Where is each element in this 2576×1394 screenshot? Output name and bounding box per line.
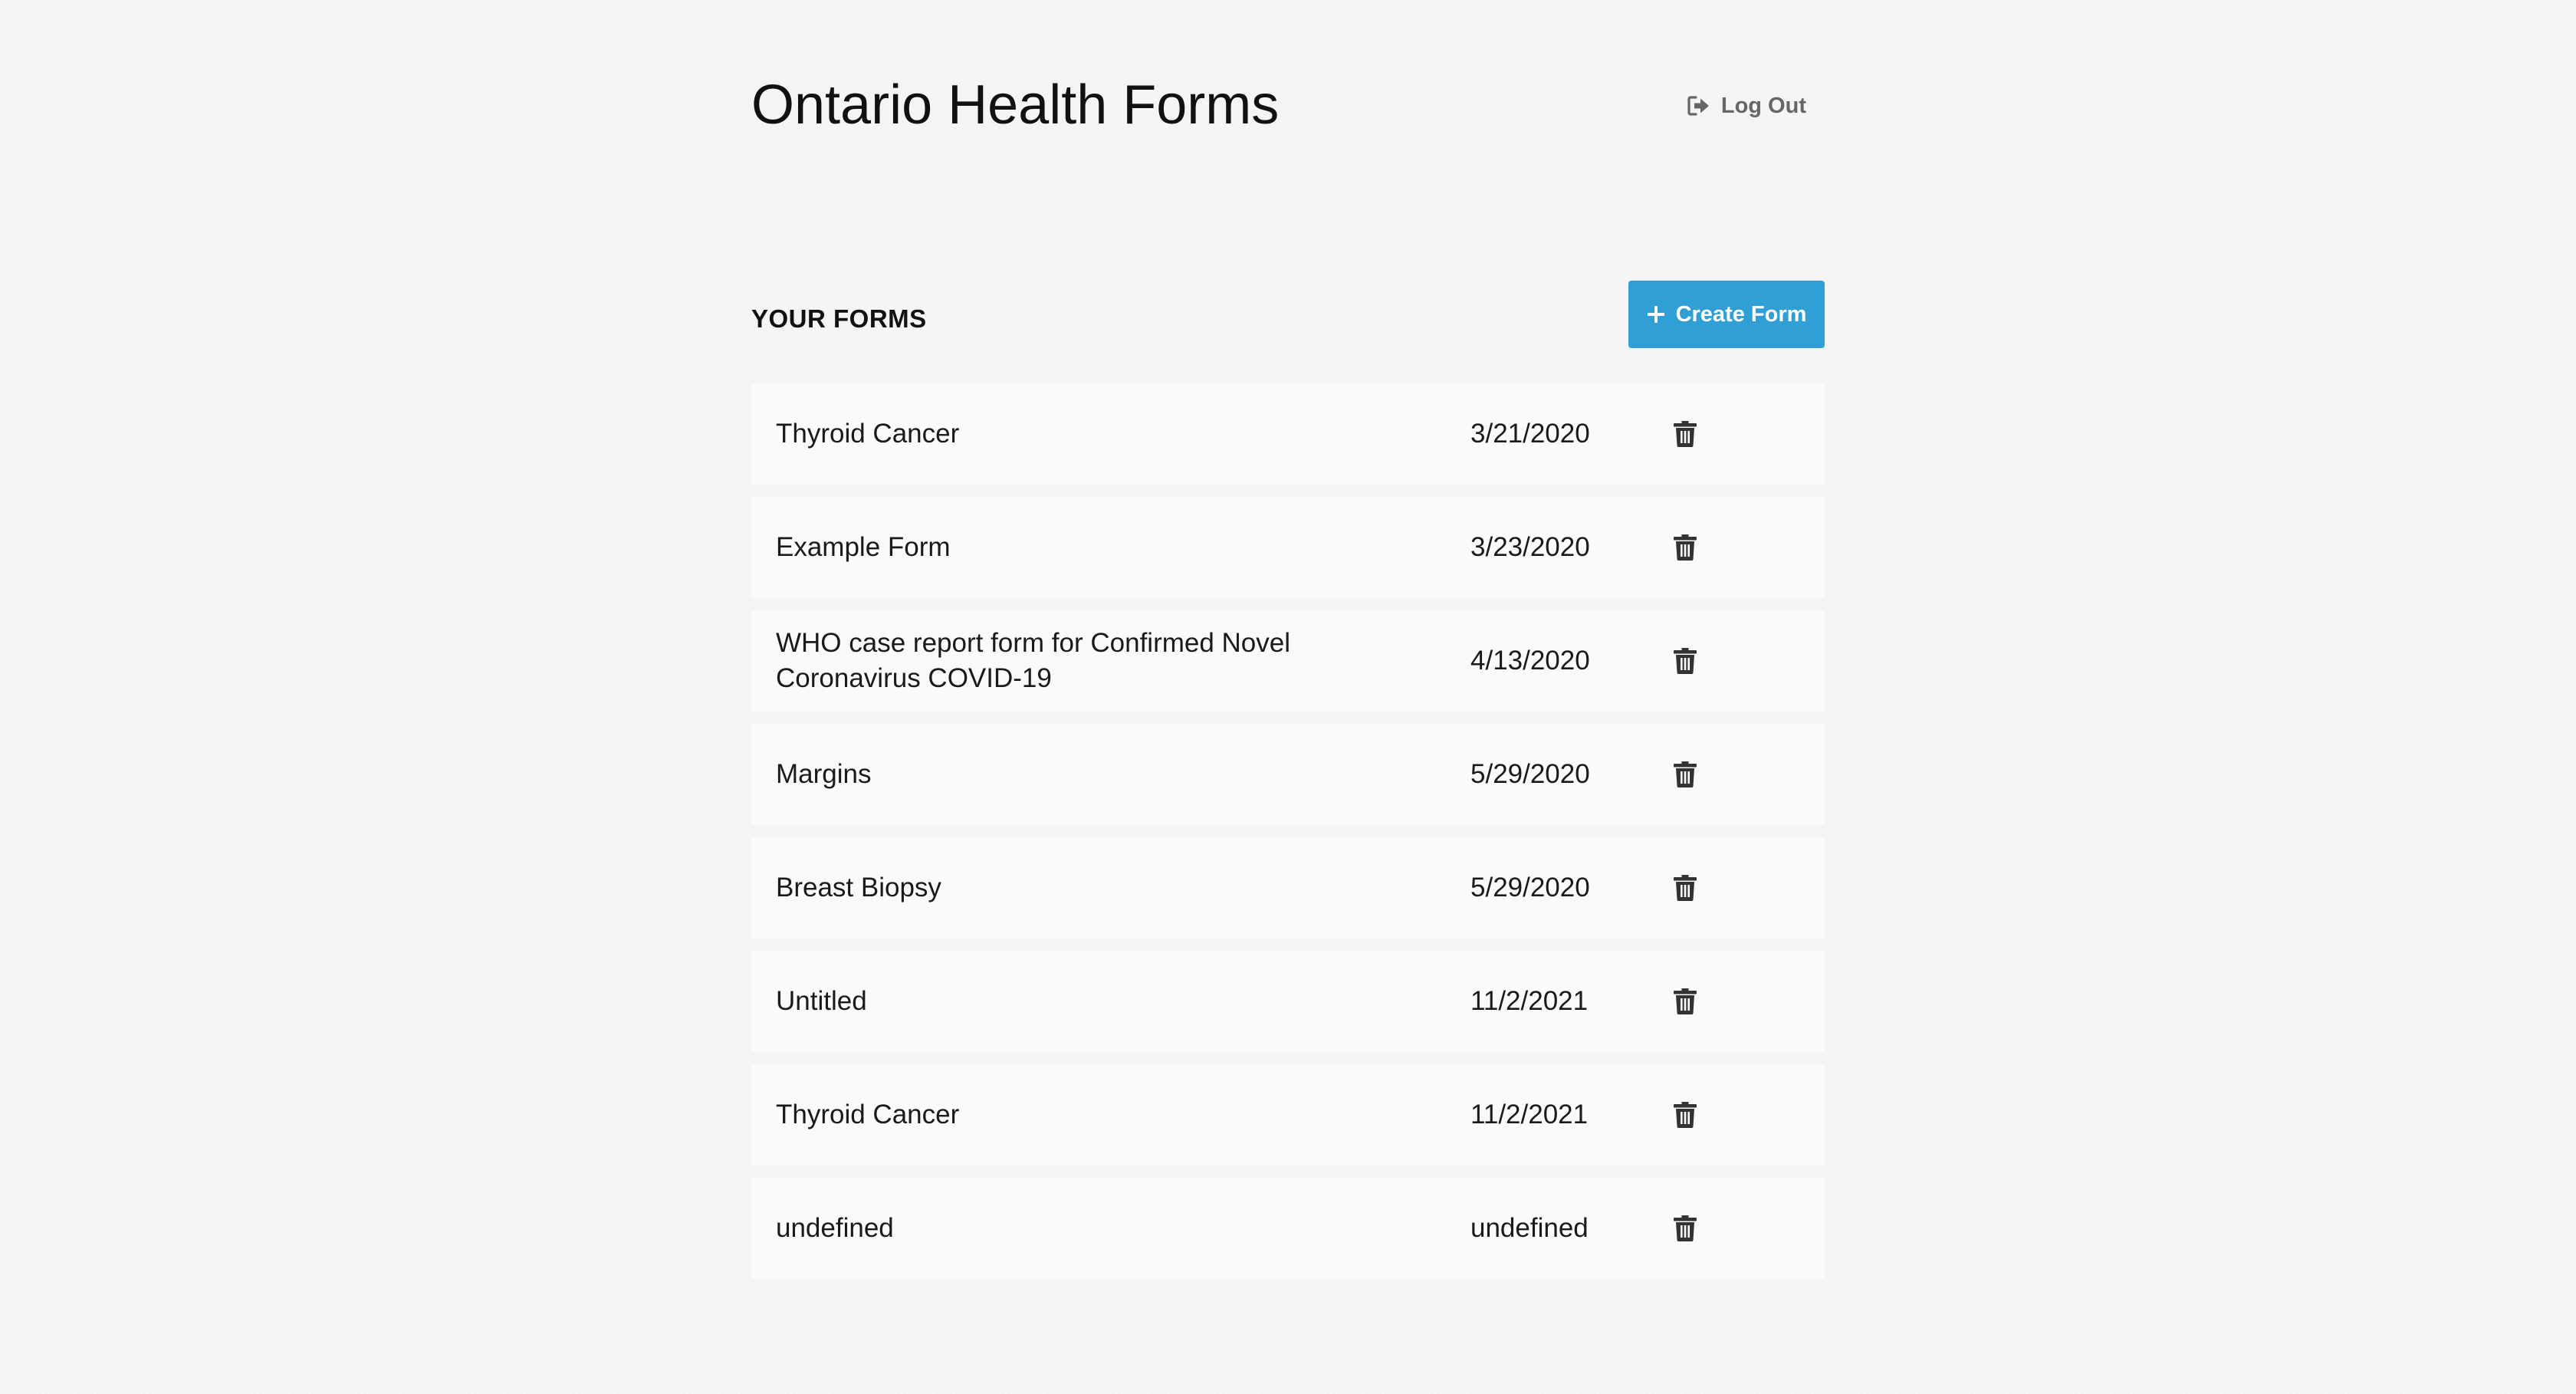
trash-icon[interactable]	[1647, 850, 1723, 926]
form-name: WHO case report form for Confirmed Novel…	[776, 628, 1291, 693]
form-name: Thyroid Cancer	[776, 419, 960, 449]
trash-icon[interactable]	[1647, 509, 1723, 586]
form-row[interactable]: Thyroid Cancer 3/21/2020	[751, 383, 1825, 485]
form-date: 11/2/2021	[1470, 986, 1589, 1016]
plus-icon	[1647, 305, 1665, 324]
form-name: undefined	[776, 1213, 894, 1243]
form-row[interactable]: Margins 5/29/2020	[751, 724, 1825, 825]
trash-icon[interactable]	[1647, 963, 1723, 1040]
form-date: 5/29/2020	[1470, 873, 1590, 902]
form-row[interactable]: Example Form 3/23/2020	[751, 497, 1825, 598]
section-title: YOUR FORMS	[751, 304, 927, 333]
forms-list: Thyroid Cancer 3/21/2020 Example Form 3/…	[751, 383, 1825, 1291]
form-date: 5/29/2020	[1470, 759, 1590, 789]
create-form-button[interactable]: Create Form	[1628, 281, 1825, 348]
trash-icon[interactable]	[1647, 1077, 1723, 1153]
app-title: Ontario Health Forms	[751, 74, 1280, 136]
sign-out-icon	[1687, 96, 1710, 116]
trash-icon[interactable]	[1647, 736, 1723, 813]
form-name: Thyroid Cancer	[776, 1100, 960, 1129]
form-name: Breast Biopsy	[776, 873, 941, 902]
form-row[interactable]: Thyroid Cancer 11/2/2021	[751, 1064, 1825, 1166]
form-name: Margins	[776, 759, 872, 789]
form-date: 11/2/2021	[1470, 1100, 1589, 1129]
create-form-label: Create Form	[1675, 301, 1807, 327]
form-row[interactable]: Breast Biopsy 5/29/2020	[751, 837, 1825, 939]
form-date: 3/21/2020	[1470, 419, 1590, 449]
form-date: undefined	[1470, 1213, 1589, 1243]
trash-icon[interactable]	[1647, 396, 1723, 472]
form-row[interactable]: undefined undefined	[751, 1178, 1825, 1279]
form-date: 3/23/2020	[1470, 532, 1590, 562]
form-name: Example Form	[776, 532, 951, 562]
logout-button[interactable]: Log Out	[1687, 89, 1806, 123]
logout-label: Log Out	[1720, 93, 1806, 118]
form-date: 4/13/2020	[1470, 646, 1590, 676]
form-row[interactable]: WHO case report form for Confirmed Novel…	[751, 610, 1825, 712]
form-row[interactable]: Untitled 11/2/2021	[751, 951, 1825, 1052]
trash-icon[interactable]	[1647, 623, 1723, 699]
trash-icon[interactable]	[1647, 1190, 1723, 1267]
form-name: Untitled	[776, 986, 867, 1016]
